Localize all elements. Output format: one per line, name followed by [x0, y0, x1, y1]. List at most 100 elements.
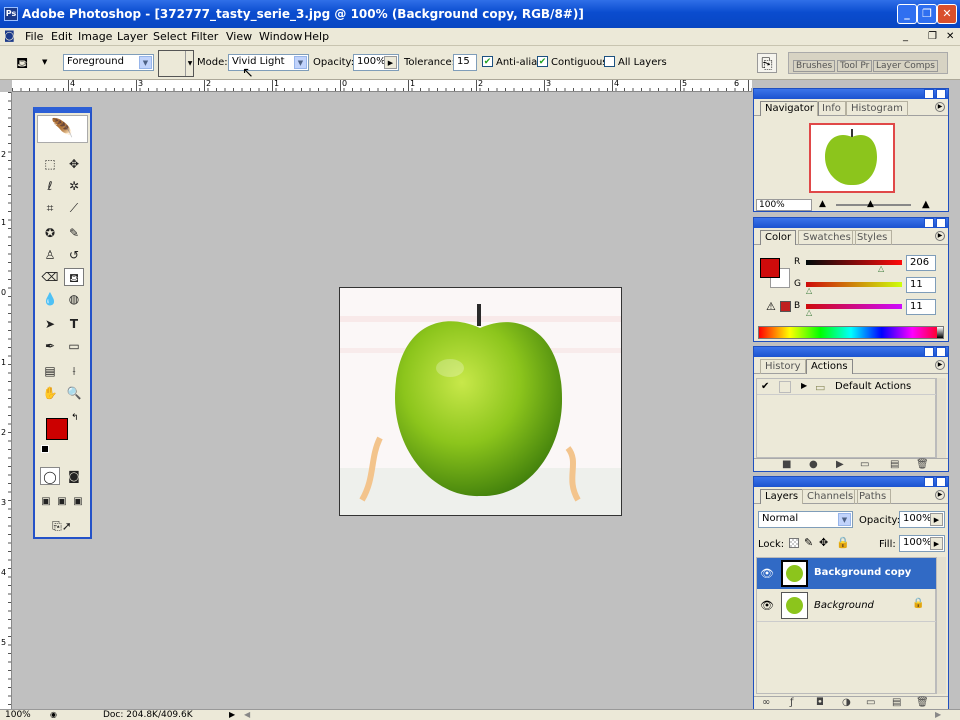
status-zoom[interactable]: 100% [5, 710, 31, 720]
navigator-thumbnail[interactable] [809, 123, 895, 193]
menu-select[interactable]: Select [153, 28, 187, 45]
path-selection-tool-icon[interactable]: ➤ [40, 315, 60, 333]
expand-triangle-icon[interactable]: ▶ [801, 381, 807, 390]
shape-tool-icon[interactable]: ▭ [64, 337, 84, 355]
healing-brush-tool-icon[interactable]: ✪ [40, 224, 60, 242]
lock-all-icon[interactable]: 🔒 [836, 536, 850, 549]
palette-well-tab-layer-comps[interactable]: Layer Comps [873, 60, 938, 72]
contiguous-checkbox[interactable]: ✔ [537, 56, 548, 67]
panel-minimize-button[interactable] [924, 477, 934, 487]
preset-dropdown-arrow-icon[interactable]: ▼ [42, 58, 47, 66]
panel-menu-icon[interactable]: ▶ [935, 102, 945, 112]
zoom-tool-icon[interactable]: 🔍 [64, 384, 84, 402]
menu-image[interactable]: Image [78, 28, 112, 45]
menu-file[interactable]: File [25, 28, 43, 45]
table-row[interactable]: 👁 Background copy [757, 558, 937, 589]
dialog-toggle-icon[interactable] [779, 381, 791, 393]
lasso-tool-icon[interactable]: ℓ [40, 177, 60, 195]
panel-titlebar[interactable] [754, 477, 948, 487]
lock-pixels-icon[interactable]: ✎ [804, 536, 813, 549]
mode-select[interactable]: Vivid Light ▼ [228, 54, 309, 71]
scroll-right-icon[interactable]: ▶ [935, 710, 941, 720]
panel-menu-icon[interactable]: ▶ [935, 231, 945, 241]
stop-icon[interactable]: ■ [782, 459, 791, 471]
tab-color[interactable]: Color [760, 230, 797, 245]
blend-mode-select[interactable]: Normal ▼ [758, 511, 853, 528]
menu-view[interactable]: View [226, 28, 252, 45]
menu-window[interactable]: Window [259, 28, 302, 45]
swap-colors-icon[interactable]: ↰ [71, 413, 79, 423]
panel-close-button[interactable] [936, 89, 946, 99]
adjustment-layer-icon[interactable]: ◑ [842, 697, 851, 709]
panel-menu-icon[interactable]: ▶ [935, 360, 945, 370]
tab-paths[interactable]: Paths [854, 489, 892, 504]
all-layers-checkbox[interactable] [604, 56, 615, 67]
document-canvas[interactable] [339, 287, 622, 516]
actions-scrollbar[interactable] [936, 378, 946, 458]
jump-to-imageready-icon[interactable]: ⎘➚ [40, 517, 84, 535]
panel-titlebar[interactable] [754, 347, 948, 357]
type-tool-icon[interactable]: T [64, 315, 84, 333]
layer-opacity-field[interactable]: 100% ▶ [899, 511, 945, 528]
tab-histogram[interactable]: Histogram [846, 101, 908, 116]
link-layers-icon[interactable]: ∞ [762, 697, 770, 709]
rectangular-marquee-tool-icon[interactable]: ⬚ [40, 155, 60, 173]
scroll-left-icon[interactable]: ◀ [244, 710, 250, 720]
dodge-tool-icon[interactable]: ◍ [64, 290, 84, 308]
toggle-check-icon[interactable]: ✔ [761, 381, 769, 392]
zoom-slider-thumb[interactable]: ▲ [867, 199, 874, 209]
document-icon[interactable]: ◙ [4, 29, 18, 43]
history-brush-tool-icon[interactable]: ↺ [64, 246, 84, 264]
feather-logo-icon[interactable]: 🪶 [37, 115, 88, 143]
doc-close-button[interactable]: ✕ [946, 28, 954, 45]
panel-titlebar[interactable] [754, 218, 948, 228]
tab-history[interactable]: History [760, 359, 806, 374]
anti-alias-checkbox[interactable]: ✔ [482, 56, 493, 67]
zoom-out-icon[interactable]: ▲ [819, 199, 826, 209]
paint-bucket-tool-icon[interactable]: ⛾ [64, 268, 84, 286]
palette-well-tab-tool-presets[interactable]: Tool Pr [837, 60, 873, 72]
panel-close-button[interactable] [936, 347, 946, 357]
brush-tool-icon[interactable]: ✎ [64, 224, 84, 242]
quick-mask-mode-icon[interactable]: ◙ [64, 467, 84, 485]
panel-minimize-button[interactable] [924, 218, 934, 228]
magic-wand-tool-icon[interactable]: ✲ [64, 177, 84, 195]
gamut-color-swatch[interactable] [780, 301, 791, 312]
pattern-picker[interactable]: ▼ [158, 50, 194, 77]
lock-transparency-icon[interactable] [789, 538, 799, 548]
close-button[interactable]: ✕ [937, 4, 957, 24]
table-row[interactable]: 👁 Background 🔒 [757, 589, 937, 622]
b-slider[interactable] [806, 304, 902, 309]
g-slider-thumb[interactable]: △ [806, 286, 812, 295]
tab-actions[interactable]: Actions [806, 359, 853, 374]
arrow-right-icon[interactable]: ▶ [930, 537, 943, 550]
tab-styles[interactable]: Styles [852, 230, 893, 245]
panel-close-button[interactable] [936, 477, 946, 487]
clone-stamp-tool-icon[interactable]: ♙ [40, 246, 60, 264]
menu-layer[interactable]: Layer [117, 28, 148, 45]
full-screen-mode-icon[interactable]: ▣ [70, 493, 86, 511]
new-set-icon[interactable]: ▭ [860, 459, 869, 471]
standard-mode-icon[interactable]: ◯ [40, 467, 60, 485]
g-value-field[interactable]: 11 [906, 277, 936, 293]
layers-scrollbar[interactable] [936, 557, 946, 694]
menu-edit[interactable]: Edit [51, 28, 72, 45]
blur-tool-icon[interactable]: 💧 [40, 290, 60, 308]
photoshop-app-icon[interactable]: Ps [4, 7, 18, 21]
panel-titlebar[interactable] [754, 89, 948, 99]
move-tool-icon[interactable]: ✥ [64, 155, 84, 173]
trash-icon[interactable]: 🗑 [916, 697, 929, 709]
tab-channels[interactable]: Channels [802, 489, 859, 504]
g-slider[interactable] [806, 282, 902, 287]
panel-close-button[interactable] [936, 218, 946, 228]
layer-style-icon[interactable]: ƒ [790, 697, 794, 709]
paint-bucket-preset-icon[interactable]: ⛾ [16, 54, 36, 72]
crop-tool-icon[interactable]: ⌗ [40, 199, 60, 217]
hand-tool-icon[interactable]: ✋ [40, 384, 60, 402]
file-browser-icon[interactable]: ⎘ [757, 53, 777, 73]
r-slider-thumb[interactable]: △ [878, 264, 884, 273]
black-white-ramp[interactable] [937, 327, 943, 338]
menu-help[interactable]: Help [304, 28, 329, 45]
horizontal-ruler[interactable]: 4 3 2 1 0 1 2 3 4 5 6 [12, 80, 752, 92]
list-item[interactable]: ✔ ▶ ▭ Default Actions [757, 379, 937, 395]
